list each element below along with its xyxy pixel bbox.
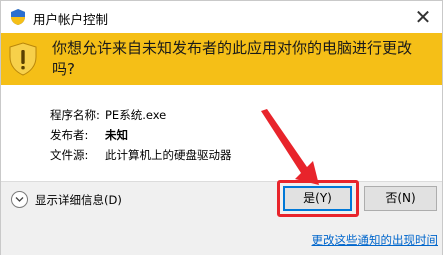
warning-banner: 你想允许来自未知发布者的此应用对你的电脑进行更改吗? <box>1 33 442 85</box>
detail-row-program: 程序名称: PE系统.exe <box>50 105 232 125</box>
close-button[interactable]: ✕ <box>412 6 434 28</box>
change-notification-link[interactable]: 更改这些通知的出现时间 <box>312 232 439 248</box>
uac-shield-icon <box>11 9 25 25</box>
close-icon: ✕ <box>414 5 432 29</box>
detail-label: 程序名称: <box>50 108 100 122</box>
show-details-link[interactable]: 显示详细信息(D) <box>35 192 122 208</box>
program-name: PE系统.exe <box>105 108 167 122</box>
title-bar: 用户帐户控制 ✕ <box>1 1 442 33</box>
detail-row-source: 文件源: 此计算机上的硬盘驱动器 <box>50 145 232 165</box>
detail-label: 文件源: <box>50 148 89 162</box>
no-button[interactable]: 否(N) <box>364 186 437 211</box>
publisher-name: 未知 <box>105 128 128 142</box>
chevron-down-icon <box>15 197 24 202</box>
warning-shield-icon <box>9 42 37 76</box>
show-details-expander[interactable] <box>11 191 28 208</box>
file-source: 此计算机上的硬盘驱动器 <box>105 148 232 162</box>
uac-question: 你想允许来自未知发布者的此应用对你的电脑进行更改吗? <box>52 39 413 78</box>
annotation-arrow <box>261 109 319 185</box>
uac-dialog: 用户帐户控制 ✕ 你想允许来自未知发布者的此应用对你的电脑进行更改吗? 程序名称… <box>0 0 443 255</box>
detail-row-publisher: 发布者: 未知 <box>50 125 232 145</box>
window-title: 用户帐户控制 <box>33 12 109 27</box>
detail-label: 发布者: <box>50 128 89 142</box>
program-details: 程序名称: PE系统.exe 发布者: 未知 文件源: 此计算机上的硬盘驱动器 <box>50 105 232 165</box>
